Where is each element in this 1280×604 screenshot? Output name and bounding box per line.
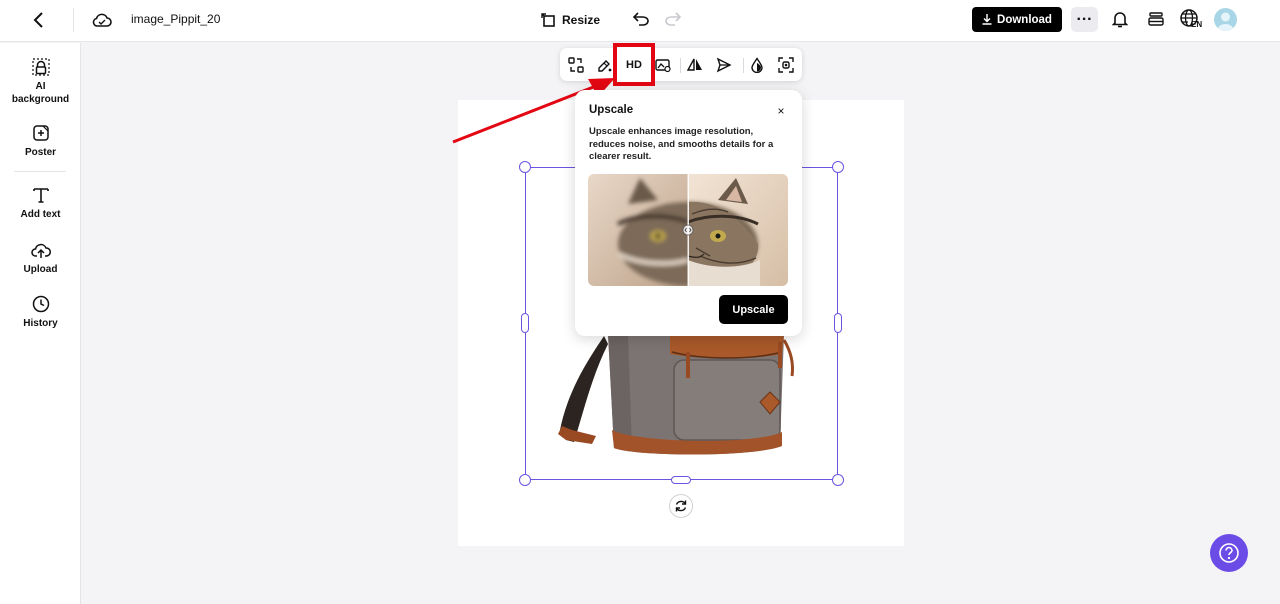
undo-icon[interactable]: [630, 8, 652, 30]
send-icon[interactable]: [713, 54, 735, 76]
upload-icon: [30, 239, 52, 261]
upscale-popover: Upscale × Upscale enhances image resolut…: [575, 90, 802, 336]
resize-handle-bottom-right[interactable]: [832, 474, 844, 486]
sidebar-item-label: AI background: [11, 81, 70, 105]
divider: [14, 171, 66, 172]
resize-handle-left[interactable]: [521, 313, 529, 333]
divider: [680, 58, 681, 73]
language-globe-icon[interactable]: EN: [1180, 8, 1206, 32]
file-title[interactable]: image_Pippit_20: [131, 12, 220, 26]
sidebar-item-ai-background[interactable]: AI background: [0, 56, 81, 106]
help-question-icon[interactable]: [1210, 534, 1248, 572]
divider: [73, 8, 74, 32]
popover-title: Upscale: [589, 104, 634, 116]
upscale-preview-image: [588, 174, 788, 286]
sidebar-item-label: Add text: [20, 209, 61, 220]
sidebar-item-upload[interactable]: Upload: [0, 239, 81, 276]
resize-icon: [541, 12, 555, 27]
divider: [743, 58, 744, 73]
ai-background-icon: [30, 56, 52, 78]
resize-handle-top-right[interactable]: [832, 161, 844, 173]
download-icon: [982, 14, 992, 25]
sidebar-item-add-text[interactable]: Add text: [0, 184, 81, 221]
close-icon[interactable]: ×: [774, 104, 788, 118]
language-code: EN: [1191, 20, 1203, 29]
resize-handle-bottom-left[interactable]: [519, 474, 531, 486]
redo-icon[interactable]: [662, 8, 684, 30]
resize-button[interactable]: Resize: [541, 8, 600, 32]
download-button[interactable]: Download: [972, 7, 1062, 32]
layers-icon[interactable]: [1145, 8, 1167, 30]
resize-handle-top-left[interactable]: [519, 161, 531, 173]
history-icon: [30, 293, 52, 315]
download-label: Download: [997, 13, 1052, 26]
notification-bell-icon[interactable]: [1109, 8, 1131, 30]
image-adjust-icon[interactable]: [652, 54, 674, 76]
upscale-button[interactable]: Upscale: [719, 295, 788, 324]
sidebar-item-poster[interactable]: Poster: [0, 122, 81, 159]
resize-label: Resize: [562, 13, 601, 27]
cloud-save-icon[interactable]: [91, 9, 113, 31]
popover-description: Upscale enhances image resolution, reduc…: [589, 126, 774, 162]
left-sidebar: AI background Poster Add text Upload His…: [0, 43, 81, 604]
rotate-icon[interactable]: [669, 494, 693, 518]
resize-handle-bottom[interactable]: [671, 476, 691, 484]
more-options-button[interactable]: ···: [1071, 7, 1098, 32]
sidebar-item-history[interactable]: History: [0, 293, 81, 330]
avatar[interactable]: [1214, 8, 1237, 31]
text-icon: [30, 184, 52, 206]
flip-icon[interactable]: [684, 54, 706, 76]
poster-icon: [30, 122, 52, 144]
sidebar-item-label: Poster: [24, 147, 57, 158]
resize-handle-right[interactable]: [834, 313, 842, 333]
top-bar: image_Pippit_20 Resize Download ··· EN: [0, 0, 1280, 42]
focus-frame-icon[interactable]: [775, 54, 797, 76]
opacity-drop-icon[interactable]: [746, 54, 768, 76]
sidebar-item-label: History: [23, 318, 58, 329]
back-chevron-icon[interactable]: [28, 8, 50, 32]
sidebar-item-label: Upload: [23, 264, 58, 275]
